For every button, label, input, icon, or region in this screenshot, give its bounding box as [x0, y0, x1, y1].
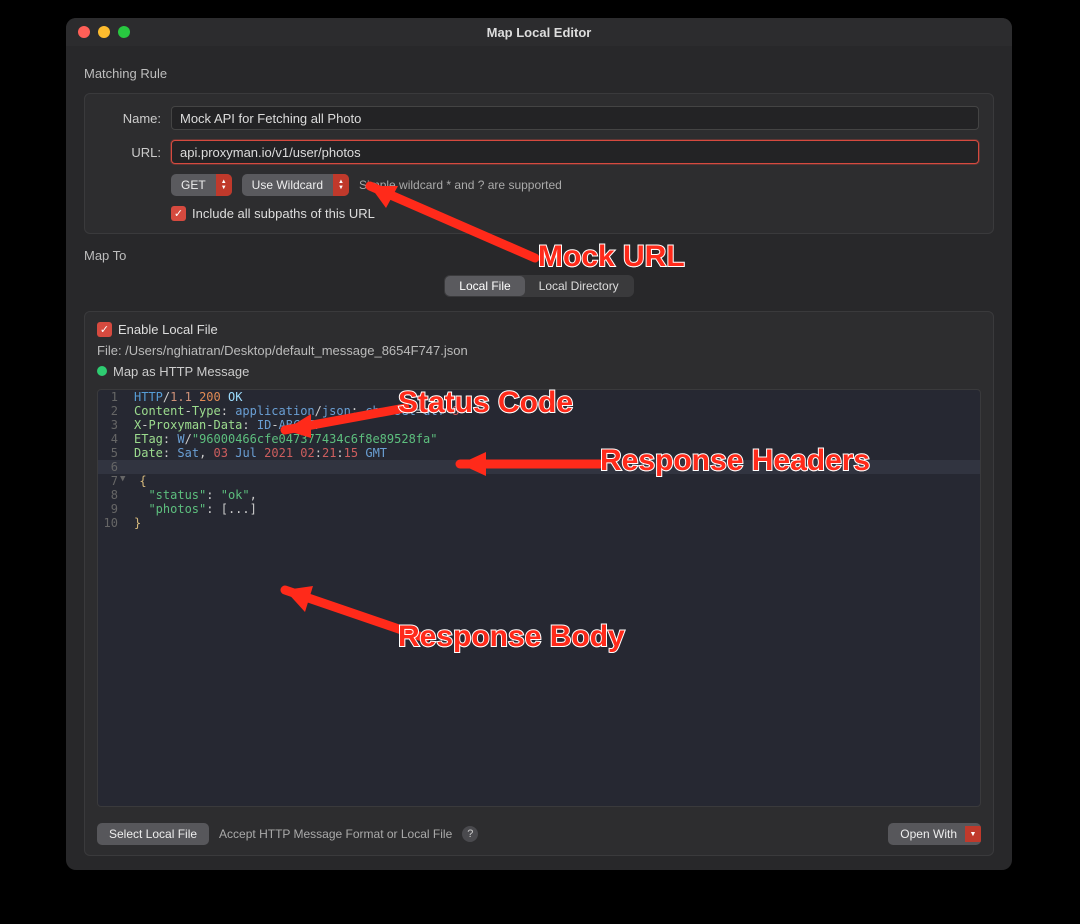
- annotation-arrow-response-headers: [430, 448, 610, 488]
- map-as-label: Map as HTTP Message: [113, 364, 249, 379]
- url-input[interactable]: [171, 140, 979, 164]
- code-line[interactable]: 10}: [98, 516, 980, 530]
- open-with-button[interactable]: Open With ▼: [888, 823, 981, 845]
- accept-hint: Accept HTTP Message Format or Local File: [219, 827, 452, 841]
- method-dropdown-label: GET: [171, 178, 216, 192]
- chevron-down-icon: ▼: [965, 826, 981, 842]
- annotation-arrow-response-body: [255, 576, 445, 656]
- file-path: /Users/nghiatran/Desktop/default_message…: [125, 343, 468, 358]
- wildcard-dropdown[interactable]: Use Wildcard ▲▼: [242, 174, 349, 196]
- window-title: Map Local Editor: [66, 25, 1012, 40]
- tab-local-file[interactable]: Local File: [445, 276, 524, 296]
- name-input[interactable]: [171, 106, 979, 130]
- select-local-file-button[interactable]: Select Local File: [97, 823, 209, 845]
- code-line[interactable]: 8 "status": "ok",: [98, 488, 980, 502]
- open-with-label: Open With: [900, 827, 957, 841]
- code-line[interactable]: 2Content-Type: application/json; charset…: [98, 404, 980, 418]
- name-label: Name:: [99, 111, 161, 126]
- matching-rule-title: Matching Rule: [84, 66, 994, 81]
- checkmark-icon: ✓: [97, 322, 112, 337]
- enable-local-file-checkbox[interactable]: ✓ Enable Local File: [97, 322, 981, 337]
- code-line[interactable]: 1HTTP/1.1 200 OK: [98, 390, 980, 404]
- annotation-arrow-mock-url: [340, 168, 560, 278]
- enable-local-file-label: Enable Local File: [118, 322, 218, 337]
- mapto-group: ✓ Enable Local File File: /Users/nghiatr…: [84, 311, 994, 856]
- method-dropdown[interactable]: GET ▲▼: [171, 174, 232, 196]
- titlebar: Map Local Editor: [66, 18, 1012, 46]
- tab-local-directory[interactable]: Local Directory: [525, 276, 633, 296]
- mapto-tabs: Local File Local Directory: [444, 275, 633, 297]
- code-line[interactable]: 9 "photos": [...]: [98, 502, 980, 516]
- map-as-line: Map as HTTP Message: [97, 364, 981, 379]
- wildcard-dropdown-label: Use Wildcard: [242, 178, 333, 192]
- chevron-updown-icon: ▲▼: [216, 174, 232, 196]
- annotation-arrow-status-code: [255, 390, 425, 440]
- file-prefix: File:: [97, 343, 125, 358]
- file-path-line: File: /Users/nghiatran/Desktop/default_m…: [97, 343, 981, 358]
- editor-window: Map Local Editor Matching Rule Name: URL…: [66, 18, 1012, 870]
- url-label: URL:: [99, 145, 161, 160]
- code-line[interactable]: 4ETag: W/"96000466cfe047377434c6f8e89528…: [98, 432, 980, 446]
- help-icon[interactable]: ?: [462, 826, 478, 842]
- code-line[interactable]: 3X-Proxyman-Data: ID-ABCDEF: [98, 418, 980, 432]
- checkmark-icon: ✓: [171, 206, 186, 221]
- status-dot-icon: [97, 366, 107, 376]
